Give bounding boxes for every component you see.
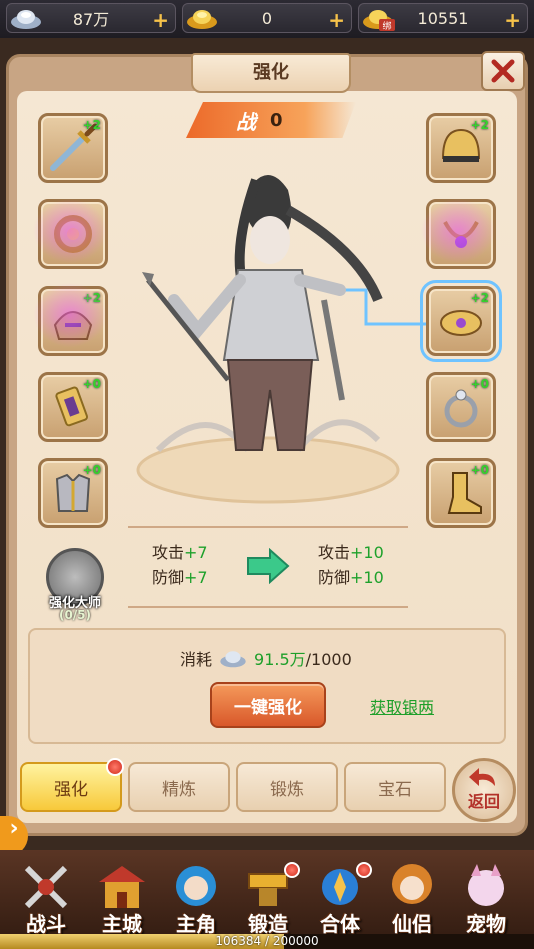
back-arrow-icon: [469, 768, 495, 786]
add-gold-button[interactable]: +: [328, 8, 345, 32]
upgrade-arrow-icon: [247, 548, 290, 584]
cost-box: 消耗 91.5万/1000 一键强化 获取银两: [28, 628, 506, 744]
notification-dot: [356, 862, 372, 878]
fairy-portrait-icon: [392, 864, 432, 904]
panel-title: 强化: [191, 53, 351, 93]
nav-forge[interactable]: 锻造: [236, 856, 300, 938]
cost-required: /1000: [305, 650, 352, 669]
nav-pet[interactable]: 宠物: [454, 856, 518, 938]
next-defense: 防御+10: [318, 568, 384, 587]
close-button[interactable]: [481, 51, 525, 91]
silver-ingot-icon: [220, 651, 246, 668]
cost-amount: 91.5万: [254, 650, 306, 669]
currency-bar: 87万 + 0 + 绑 10551 +: [0, 0, 534, 38]
ring-charm-icon: [54, 215, 92, 253]
nav-hero[interactable]: 主角: [164, 856, 228, 938]
current-attack: 攻击+7: [152, 543, 208, 562]
bound-gold-amount: 10551: [417, 8, 469, 28]
bound-gold-ingot-icon: 绑: [363, 10, 395, 31]
battle-power-banner: 战 0: [186, 102, 356, 138]
slot-boots[interactable]: +0: [426, 458, 496, 528]
back-button[interactable]: 返回: [452, 758, 516, 822]
gold-ingot-icon: [187, 10, 217, 29]
svg-text:绑: 绑: [382, 20, 391, 31]
slot-level: +2: [82, 291, 101, 305]
cost-line: 消耗 91.5万/1000: [180, 646, 352, 670]
silver-ingot-icon: [11, 10, 41, 29]
slot-necklace[interactable]: [426, 199, 496, 269]
hero-portrait-icon: [176, 866, 216, 906]
slot-level: +2: [82, 118, 101, 132]
slot-level: +0: [470, 377, 489, 391]
slot-level: +0: [82, 377, 101, 391]
notification-dot: [106, 758, 124, 776]
crossed-swords-icon: [24, 865, 68, 909]
palace-icon: [99, 866, 145, 908]
battle-power-label: 战: [236, 109, 256, 134]
tab-refine[interactable]: 精炼: [128, 762, 230, 812]
tab-temper[interactable]: 锻炼: [236, 762, 338, 812]
nav-battle[interactable]: 战斗: [14, 856, 78, 938]
slot-helmet[interactable]: +2: [426, 113, 496, 183]
hero-character: [136, 175, 400, 504]
get-silver-link[interactable]: 获取银两: [370, 694, 434, 718]
nav-main-city[interactable]: 主城: [90, 856, 154, 938]
current-defense: 防御+7: [152, 568, 208, 587]
stats-divider-bottom: [128, 606, 408, 608]
one-click-enhance-button[interactable]: 一键强化: [210, 682, 326, 728]
next-attack: 攻击+10: [318, 543, 384, 562]
battle-power-value: 0: [270, 109, 283, 131]
slot-bracer[interactable]: +2: [420, 280, 502, 362]
add-bound-gold-button[interactable]: +: [504, 8, 521, 32]
nav-companion[interactable]: 仙侣: [380, 856, 444, 938]
tab-gem[interactable]: 宝石: [344, 762, 446, 812]
slot-level: +2: [470, 291, 489, 305]
necklace-icon: [443, 221, 479, 248]
enhance-master-button[interactable]: 强化大师 (0/5): [40, 548, 110, 626]
slot-chest-armor[interactable]: +0: [38, 458, 108, 528]
cost-label: 消耗: [180, 650, 213, 669]
slot-sword[interactable]: +2: [38, 113, 108, 183]
silver-currency: 87万 +: [6, 3, 176, 33]
slot-belt-buckle[interactable]: +0: [38, 372, 108, 442]
slot-ring-charm[interactable]: [38, 199, 108, 269]
experience-bar: 106384 / 200000: [0, 934, 534, 949]
slot-shoulder-armor[interactable]: +2: [38, 286, 108, 356]
master-count: (0/5): [58, 608, 92, 622]
notification-dot: [284, 862, 300, 878]
silver-amount: 87万: [72, 10, 110, 29]
close-icon: [491, 59, 515, 83]
bound-gold-currency: 绑 10551 +: [358, 3, 528, 33]
slot-ring[interactable]: +0: [426, 372, 496, 442]
tab-enhance[interactable]: 强化: [20, 758, 124, 812]
experience-text: 106384 / 200000: [215, 934, 319, 948]
slot-level: +0: [470, 463, 489, 477]
slot-level: +0: [82, 463, 101, 477]
add-silver-button[interactable]: +: [152, 8, 169, 32]
pet-icon: [468, 864, 504, 906]
nav-fusion[interactable]: 合体: [308, 856, 372, 938]
stats-divider-top: [128, 526, 408, 528]
gold-amount: 0: [261, 8, 273, 28]
slot-level: +2: [470, 118, 489, 132]
gold-currency: 0 +: [182, 3, 352, 33]
